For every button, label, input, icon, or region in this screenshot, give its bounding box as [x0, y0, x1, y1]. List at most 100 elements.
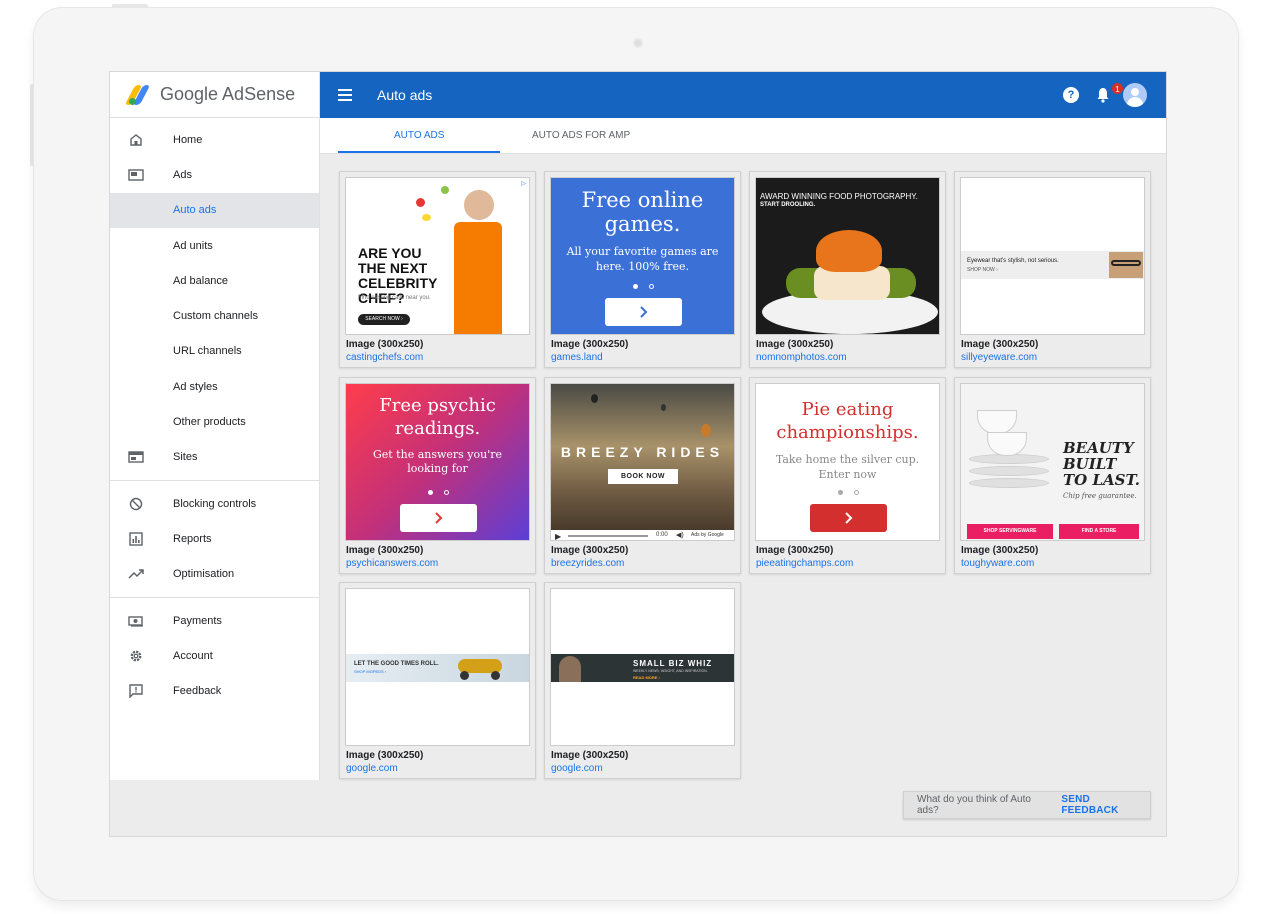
carousel-dot[interactable]	[428, 490, 433, 495]
ad-domain-link[interactable]: google.com	[346, 763, 398, 774]
ad-card[interactable]: AWARD WINNING FOOD PHOTOGRAPHY. START DR…	[749, 171, 946, 368]
tab-auto-ads-for-amp[interactable]: AUTO ADS FOR AMP	[532, 130, 630, 141]
search-now-button[interactable]: SEARCH NOW ›	[358, 314, 410, 325]
ad-domain-link[interactable]: pieeatingchamps.com	[756, 558, 853, 569]
ad-size-caption: Image (300x250)	[961, 545, 1039, 556]
avatar[interactable]	[1123, 83, 1147, 107]
ad-size-caption: Image (300x250)	[551, 339, 629, 350]
sidebar-item-url-channels[interactable]: URL channels	[110, 334, 319, 369]
ad-subline: START DROOLING.	[760, 202, 816, 208]
sidebar-item-ad-units[interactable]: Ad units	[110, 228, 319, 263]
video-controls: ▶ 0:00 ◀) Ads by Google	[551, 530, 734, 540]
sidebar-item-home[interactable]: Home	[110, 122, 319, 157]
sidebar-item-account[interactable]: Account	[110, 638, 319, 673]
ad-preview[interactable]: AWARD WINNING FOOD PHOTOGRAPHY. START DR…	[755, 177, 940, 335]
sidebar-item-ad-balance[interactable]: Ad balance	[110, 263, 319, 298]
shop-servingware-button[interactable]: SHOP SERVINGWARE	[967, 524, 1053, 539]
sidebar-item-reports[interactable]: Reports	[110, 521, 319, 556]
ad-preview[interactable]: ARE YOU THE NEXT CELEBRITY CHEF? Find ca…	[345, 177, 530, 335]
read-more-link[interactable]: READ MORE ›	[633, 675, 660, 680]
ad-size-caption: Image (300x250)	[961, 339, 1039, 350]
ad-card[interactable]: BREEZY RIDES BOOK NOW ▶ 0:00 ◀) Ads by G…	[544, 377, 741, 574]
notifications-bell-icon[interactable]	[1096, 86, 1110, 104]
sidebar-item-sites[interactable]: Sites	[110, 440, 319, 475]
ad-card[interactable]: Free online games. All your favorite gam…	[544, 171, 741, 368]
sidebar-item-auto-ads[interactable]: Auto ads	[110, 192, 319, 228]
next-button[interactable]	[605, 298, 682, 326]
play-icon[interactable]: ▶	[555, 532, 561, 540]
ad-card[interactable]: BEAUTY BUILT TO LAST. Chip free guarante…	[954, 377, 1151, 574]
carousel-dot[interactable]	[854, 490, 859, 495]
carousel-dot[interactable]	[649, 284, 654, 289]
cup-shape	[987, 432, 1027, 456]
sidebar-item-label: Reports	[173, 532, 212, 545]
help-icon[interactable]: ?	[1063, 87, 1079, 103]
carousel-dot[interactable]	[633, 284, 638, 289]
ad-preview[interactable]: BEAUTY BUILT TO LAST. Chip free guarante…	[960, 383, 1145, 541]
ad-domain-link[interactable]: nomnomphotos.com	[756, 352, 847, 363]
balloon-icon	[701, 424, 711, 437]
carousel-dot[interactable]	[444, 490, 449, 495]
find-a-store-button[interactable]: FIND A STORE	[1059, 524, 1139, 539]
sidebar-item-optimisation[interactable]: Optimisation	[110, 557, 319, 592]
ad-preview[interactable]: BREEZY RIDES BOOK NOW ▶ 0:00 ◀) Ads by G…	[550, 383, 735, 541]
ad-preview[interactable]: Free psychic readings. Get the answers y…	[345, 383, 530, 541]
ad-preview[interactable]: LET THE GOOD TIMES ROLL. SHOP MOPEDS ›	[345, 588, 530, 746]
sidebar-item-label: Auto ads	[173, 204, 217, 217]
payments-icon	[128, 613, 144, 629]
ad-size-caption: Image (300x250)	[756, 339, 834, 350]
sidebar-item-other-products[interactable]: Other products	[110, 404, 319, 439]
sidebar-item-feedback[interactable]: Feedback	[110, 673, 319, 708]
ad-domain-link[interactable]: games.land	[551, 352, 603, 363]
next-button[interactable]	[810, 504, 887, 532]
ad-preview[interactable]: Pie eating championships. Take home the …	[755, 383, 940, 541]
ad-domain-link[interactable]: psychicanswers.com	[346, 558, 438, 569]
sidebar-item-label: Payments	[173, 614, 222, 627]
ad-domain-link[interactable]: castingchefs.com	[346, 352, 423, 363]
sidebar-item-label: Blocking controls	[173, 497, 257, 510]
ad-headline: Free online games.	[581, 188, 704, 236]
block-icon	[128, 496, 144, 512]
wheel-shape	[491, 671, 500, 680]
ads-by-google[interactable]: Ads by Google	[691, 532, 724, 538]
tab-auto-ads[interactable]: AUTO ADS	[394, 130, 444, 141]
ad-domain-link[interactable]: google.com	[551, 763, 603, 774]
carousel-dot[interactable]	[838, 490, 843, 495]
ad-headline: Pie eating championships.	[776, 399, 919, 443]
volume-icon[interactable]: ◀)	[676, 531, 684, 539]
ad-preview[interactable]: Free online games. All your favorite gam…	[550, 177, 735, 335]
chevron-right-icon	[640, 306, 648, 318]
feedback-toast: What do you think of Auto ads? SEND FEED…	[903, 791, 1151, 819]
brand-name: Google AdSense	[160, 84, 296, 104]
sidebar-item-label: Home	[173, 133, 203, 146]
ad-card[interactable]: Free psychic readings. Get the answers y…	[339, 377, 536, 574]
ad-card[interactable]: LET THE GOOD TIMES ROLL. SHOP MOPEDS › I…	[339, 582, 536, 779]
sidebar-item-blocking-controls[interactable]: Blocking controls	[110, 486, 319, 521]
ad-card[interactable]: Pie eating championships. Take home the …	[749, 377, 946, 574]
brand[interactable]: Google AdSense	[110, 72, 319, 118]
sidebar-item-ad-styles[interactable]: Ad styles	[110, 369, 319, 404]
book-now-button[interactable]: BOOK NOW	[608, 469, 678, 484]
camera-icon	[633, 38, 643, 48]
sidebar-item-ads[interactable]: Ads	[110, 157, 319, 192]
seek-bar[interactable]	[568, 535, 648, 537]
ad-domain-link[interactable]: sillyeyeware.com	[961, 352, 1037, 363]
ad-domain-link[interactable]: breezyrides.com	[551, 558, 624, 569]
plate-shape	[969, 478, 1049, 488]
adchoices-icon[interactable]: ▷	[521, 180, 526, 187]
next-button[interactable]	[400, 504, 477, 532]
sidebar-item-label: Account	[173, 649, 213, 662]
ad-subline: Take home the silver cup. Enter now	[775, 453, 920, 481]
ad-domain-link[interactable]: toughyware.com	[961, 558, 1034, 569]
ad-preview[interactable]: SMALL BIZ WHIZ WEEKLY NEWS, INSIGHT, AND…	[550, 588, 735, 746]
send-feedback-button[interactable]: SEND FEEDBACK	[1061, 794, 1150, 816]
sidebar-item-custom-channels[interactable]: Custom channels	[110, 298, 319, 333]
ad-headline: BREEZY RIDES	[560, 444, 725, 460]
ad-card[interactable]: SMALL BIZ WHIZ WEEKLY NEWS, INSIGHT, AND…	[544, 582, 741, 779]
sidebar-item-label: Feedback	[173, 685, 222, 698]
ad-card[interactable]: ARE YOU THE NEXT CELEBRITY CHEF? Find ca…	[339, 171, 536, 368]
menu-icon[interactable]	[338, 89, 352, 101]
ad-card[interactable]: Eyewear that's stylish, not serious. SHO…	[954, 171, 1151, 368]
sidebar-item-payments[interactable]: Payments	[110, 603, 319, 638]
ad-preview[interactable]: Eyewear that's stylish, not serious. SHO…	[960, 177, 1145, 335]
